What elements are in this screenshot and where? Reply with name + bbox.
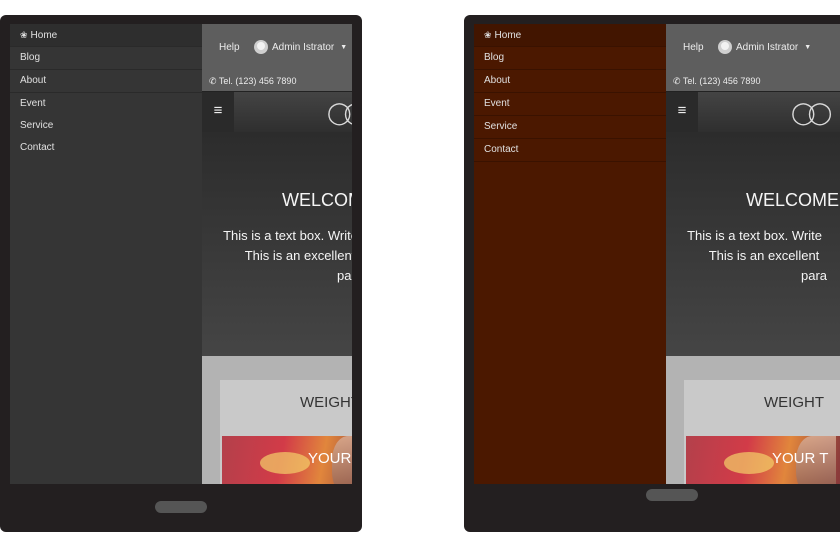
help-link[interactable]: Help <box>683 42 704 53</box>
sidebar-menu: ❀ Home Blog About Event Service Contact <box>474 24 666 484</box>
content-section: WEIGHT YOUR T <box>666 356 840 484</box>
nav-item-home[interactable]: ❀ Home <box>474 24 666 47</box>
nav-label: Service <box>20 120 54 131</box>
nav-label: Home <box>494 30 522 41</box>
nav-item-event[interactable]: Event <box>474 93 666 116</box>
tablet-screen: ❀ Home Blog About Event Service Contact H… <box>10 24 352 484</box>
nav-label: About <box>484 75 511 86</box>
nav-item-service[interactable]: Service <box>10 115 202 137</box>
user-menu[interactable]: Admin Istrator ▼ <box>718 40 811 54</box>
user-menu[interactable]: Admin Istrator ▼ <box>254 40 347 54</box>
hero-line-3: para <box>337 268 352 283</box>
main-content: Help Admin Istrator ▼ ✆ Tel. (123) 456 78… <box>666 24 840 484</box>
navbar: ≡ ◯◯ <box>666 91 840 132</box>
phone-icon: ✆ <box>673 76 681 86</box>
nav-label: Blog <box>20 52 41 63</box>
feature-title: WEIGHT <box>300 394 352 411</box>
user-avatar-icon <box>718 40 732 54</box>
nav-item-service[interactable]: Service <box>474 116 666 139</box>
nav-label: Event <box>484 98 510 109</box>
phone-icon: ✆ <box>209 76 217 86</box>
photo-highlight <box>260 452 310 474</box>
hamburger-menu-icon[interactable]: ≡ <box>666 92 698 132</box>
hero-title: WELCOME TO <box>746 190 840 210</box>
user-name: Admin Istrator <box>272 41 335 53</box>
phone-number: Tel. (123) 456 7890 <box>682 76 761 86</box>
tablet-screen: ❀ Home Blog About Event Service Contact H… <box>474 24 840 484</box>
infinity-logo[interactable]: ◯◯ <box>791 100 832 126</box>
nav-label: Event <box>20 98 46 109</box>
feature-title: WEIGHT <box>764 394 824 411</box>
nav-label: Contact <box>20 142 55 153</box>
hero-line-3: para <box>801 268 828 283</box>
nav-item-contact[interactable]: Contact <box>474 139 666 162</box>
house-icon: ❀ <box>20 30 28 40</box>
nav-item-contact[interactable]: Contact <box>10 137 202 159</box>
nav-label: About <box>20 75 47 86</box>
nav-item-event[interactable]: Event <box>10 93 202 115</box>
feature-card: WEIGHT YOUR T <box>684 380 840 484</box>
nav-label: Contact <box>484 144 519 155</box>
nav-label: Blog <box>484 52 505 63</box>
hero-title: WELCOME TO <box>282 190 352 210</box>
photo-caption: YOUR T <box>772 450 829 467</box>
feature-card: WEIGHT YOUR T <box>220 380 352 484</box>
hero-text: This is a text box. Write This is an exce… <box>682 226 827 286</box>
photo-highlight <box>724 452 774 474</box>
sidebar-menu: ❀ Home Blog About Event Service Contact <box>10 24 202 484</box>
nav-item-blog[interactable]: Blog <box>474 47 666 70</box>
feature-photo: YOUR T <box>222 436 352 484</box>
photo-caption: YOUR T <box>308 450 352 467</box>
feature-photo: YOUR T <box>686 436 840 484</box>
content-section: WEIGHT YOUR T <box>202 356 352 484</box>
hero-line-2: This is an excellent <box>244 248 352 263</box>
top-bar: Help Admin Istrator ▼ ✆ Tel. (123) 456 78… <box>202 24 352 91</box>
navbar: ≡ ◯◯ <box>202 91 352 132</box>
hero-line-2: This is an excellent <box>708 248 820 263</box>
caret-down-icon: ▼ <box>804 43 812 51</box>
hero-line-1: This is a text box. Write <box>223 228 352 243</box>
infinity-logo[interactable]: ◯◯ <box>327 100 352 126</box>
nav-label: Service <box>484 121 518 132</box>
hero-line-1: This is a text box. Write <box>687 228 822 243</box>
nav-item-about[interactable]: About <box>474 70 666 93</box>
top-bar: Help Admin Istrator ▼ ✆ Tel. (123) 456 78… <box>666 24 840 91</box>
tablet-preview-brown: ❀ Home Blog About Event Service Contact H… <box>464 15 840 532</box>
help-link[interactable]: Help <box>219 42 240 53</box>
nav-item-home[interactable]: ❀ Home <box>10 24 202 47</box>
nav-item-about[interactable]: About <box>10 70 202 93</box>
phone-line: ✆ Tel. (123) 456 7890 <box>673 76 760 87</box>
main-content: Help Admin Istrator ▼ ✆ Tel. (123) 456 78… <box>202 24 352 484</box>
house-icon: ❀ <box>484 30 492 40</box>
nav-item-blog[interactable]: Blog <box>10 47 202 70</box>
device-home-button <box>646 489 698 501</box>
tablet-preview-dark: ❀ Home Blog About Event Service Contact H… <box>0 15 362 532</box>
phone-number: Tel. (123) 456 7890 <box>218 76 297 86</box>
user-name: Admin Istrator <box>736 41 799 53</box>
hero-section: WELCOME TO This is a text box. WriteThis… <box>666 132 840 356</box>
device-home-button <box>155 501 207 513</box>
caret-down-icon: ▼ <box>340 43 348 51</box>
hero-text: This is a text box. Write This is an exce… <box>218 226 352 286</box>
phone-line: ✆ Tel. (123) 456 7890 <box>209 76 296 87</box>
hamburger-menu-icon[interactable]: ≡ <box>202 92 234 132</box>
nav-label: Home <box>30 30 58 41</box>
hero-section: WELCOME TO This is a text box. WriteThis… <box>202 132 352 356</box>
user-avatar-icon <box>254 40 268 54</box>
